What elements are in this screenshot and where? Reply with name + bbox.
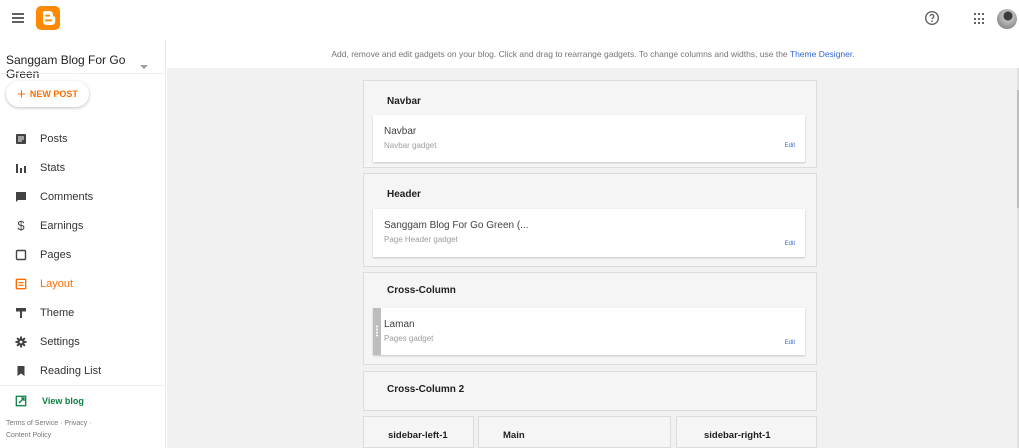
column-title: Main xyxy=(503,430,525,441)
edit-link[interactable]: Edit xyxy=(785,143,795,149)
edit-link[interactable]: Edit xyxy=(785,340,795,346)
section-title: Header xyxy=(387,189,421,200)
column-title: sidebar-right-1 xyxy=(704,430,771,441)
new-post-button[interactable]: + NEW POST xyxy=(6,81,89,107)
section-title: Cross-Column 2 xyxy=(387,384,465,395)
sidebar-item-label: Stats xyxy=(40,161,66,174)
divider xyxy=(0,73,166,74)
sidebar: Sanggam Blog For Go Green + NEW POST Pos… xyxy=(0,40,166,448)
sidebar-item-theme[interactable]: Theme xyxy=(0,298,166,327)
earnings-icon: $ xyxy=(17,218,25,233)
drag-handle[interactable] xyxy=(373,308,381,355)
theme-icon xyxy=(14,306,28,320)
sidebar-item-posts[interactable]: Posts xyxy=(0,124,166,153)
layout-section-cross-column-2: Cross-Column 2 xyxy=(363,371,817,411)
layout-icon xyxy=(14,277,28,291)
top-bar xyxy=(0,0,1019,40)
sidebar-nav: Posts Stats Comments $ Earnings Pages La… xyxy=(0,124,166,385)
info-bar: Add, remove and edit gadgets on your blo… xyxy=(167,40,1019,68)
sidebar-item-settings[interactable]: Settings xyxy=(0,327,166,356)
sidebar-item-stats[interactable]: Stats xyxy=(0,153,166,182)
sidebar-item-label: Layout xyxy=(40,277,74,290)
sidebar-item-reading-list[interactable]: Reading List xyxy=(0,356,166,385)
sidebar-item-label: Settings xyxy=(40,335,80,348)
sidebar-item-label: Posts xyxy=(40,132,68,145)
view-blog-label: View blog xyxy=(42,396,84,406)
sidebar-item-layout[interactable]: Layout xyxy=(0,269,166,298)
section-title: Cross-Column xyxy=(387,285,456,296)
blogger-logo-icon[interactable] xyxy=(36,6,60,30)
plus-icon: + xyxy=(17,85,26,103)
terms-link[interactable]: Terms of Service xyxy=(6,420,58,427)
divider xyxy=(0,385,166,386)
apps-icon[interactable] xyxy=(974,13,986,25)
edit-link[interactable]: Edit xyxy=(785,241,795,247)
settings-icon xyxy=(14,335,28,349)
main-content: Add, remove and edit gadgets on your blo… xyxy=(167,40,1019,448)
stats-icon xyxy=(14,161,28,175)
open-in-new-icon xyxy=(14,394,28,408)
chevron-down-icon xyxy=(140,65,148,69)
gadget-header[interactable]: Sanggam Blog For Go Green (... Page Head… xyxy=(373,209,805,257)
sidebar-item-pages[interactable]: Pages xyxy=(0,240,166,269)
gadget-navbar[interactable]: Navbar Navbar gadget Edit xyxy=(373,115,805,162)
menu-icon[interactable] xyxy=(12,13,24,23)
info-text: Add, remove and edit gadgets on your blo… xyxy=(331,49,790,59)
gadget-subtitle: Navbar gadget xyxy=(384,141,437,150)
gadget-title: Sanggam Blog For Go Green (... xyxy=(384,220,529,231)
gadget-title: Navbar xyxy=(384,126,417,137)
layout-column-sidebar-left: sidebar-left-1 xyxy=(363,416,474,448)
section-title: Navbar xyxy=(387,96,421,107)
info-suffix: . xyxy=(852,49,855,59)
content-policy-link[interactable]: Content Policy xyxy=(6,432,51,439)
privacy-link[interactable]: Privacy xyxy=(64,420,87,427)
gadget-subtitle: Pages gadget xyxy=(384,334,434,343)
blog-name: Sanggam Blog For Go Green xyxy=(6,53,126,81)
column-title: sidebar-left-1 xyxy=(388,430,448,441)
blog-selector[interactable]: Sanggam Blog For Go Green xyxy=(6,53,156,81)
help-icon[interactable] xyxy=(924,10,940,26)
sidebar-item-earnings[interactable]: $ Earnings xyxy=(0,211,166,240)
layout-column-sidebar-right: sidebar-right-1 xyxy=(676,416,817,448)
sidebar-item-label: Earnings xyxy=(40,219,84,232)
gadget-pages[interactable]: Laman Pages gadget Edit xyxy=(373,308,805,355)
theme-designer-link[interactable]: Theme Designer xyxy=(790,49,852,59)
posts-icon xyxy=(14,132,28,146)
view-blog-link[interactable]: View blog xyxy=(0,390,84,412)
layout-section-header: Header Sanggam Blog For Go Green (... Pa… xyxy=(363,173,817,267)
footer-links: Terms of Service · Privacy · Content Pol… xyxy=(6,420,92,439)
layout-section-navbar: Navbar Navbar Navbar gadget Edit xyxy=(363,80,817,168)
sidebar-item-label: Reading List xyxy=(40,364,102,377)
reading-list-icon xyxy=(14,364,28,378)
layout-column-main: Main xyxy=(478,416,671,448)
sidebar-item-label: Pages xyxy=(40,248,72,261)
layout-section-cross-column: Cross-Column Laman Pages gadget Edit xyxy=(363,272,817,365)
gadget-title: Laman xyxy=(384,319,415,330)
comments-icon xyxy=(14,190,28,204)
sidebar-item-label: Theme xyxy=(40,306,75,319)
new-post-label: NEW POST xyxy=(29,89,78,99)
pages-icon xyxy=(14,248,28,262)
sidebar-item-comments[interactable]: Comments xyxy=(0,182,166,211)
avatar[interactable] xyxy=(997,9,1017,29)
gadget-subtitle: Page Header gadget xyxy=(384,235,458,244)
sidebar-item-label: Comments xyxy=(40,190,94,203)
